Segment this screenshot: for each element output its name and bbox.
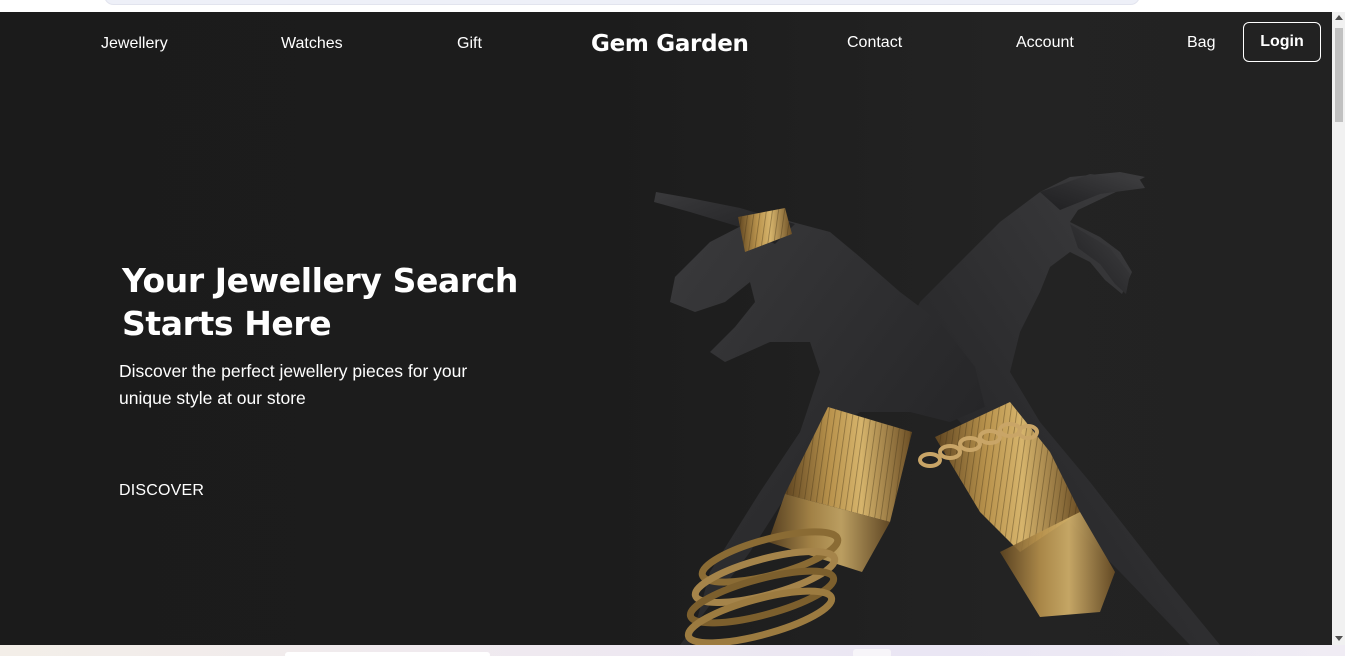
hero-title-line-2: Starts Here	[122, 304, 332, 343]
vertical-scrollbar[interactable]	[1332, 12, 1345, 645]
bottom-bar-element-small	[853, 649, 891, 656]
hero-title: Your Jewellery Search Starts Here	[122, 259, 542, 345]
nav-link-watches[interactable]: Watches	[281, 35, 343, 53]
bottom-bar-element	[285, 652, 490, 656]
scrollbar-thumb[interactable]	[1335, 28, 1343, 122]
nav-link-gift[interactable]: Gift	[457, 35, 482, 53]
scroll-up-arrow-icon[interactable]	[1335, 15, 1343, 20]
login-button[interactable]: Login	[1243, 22, 1321, 62]
hero-subtitle-line-2: unique style at our store	[119, 388, 306, 408]
hero-subtitle-line-1: Discover the perfect jewellery pieces fo…	[119, 361, 468, 381]
scroll-down-arrow-icon[interactable]	[1335, 636, 1343, 641]
hero-hands-jewellery-image	[654, 172, 1220, 645]
hero-page: Jewellery Watches Gift Gem Garden Contac…	[0, 12, 1332, 645]
nav-link-jewellery[interactable]: Jewellery	[101, 35, 168, 53]
hero-subtitle: Discover the perfect jewellery pieces fo…	[119, 358, 519, 412]
browser-address-pill[interactable]	[104, 0, 1140, 5]
browser-bottom-strip	[0, 645, 1345, 656]
discover-link[interactable]: DISCOVER	[119, 482, 204, 500]
hero-title-line-1: Your Jewellery Search	[122, 261, 518, 300]
browser-top-strip	[0, 0, 1345, 12]
